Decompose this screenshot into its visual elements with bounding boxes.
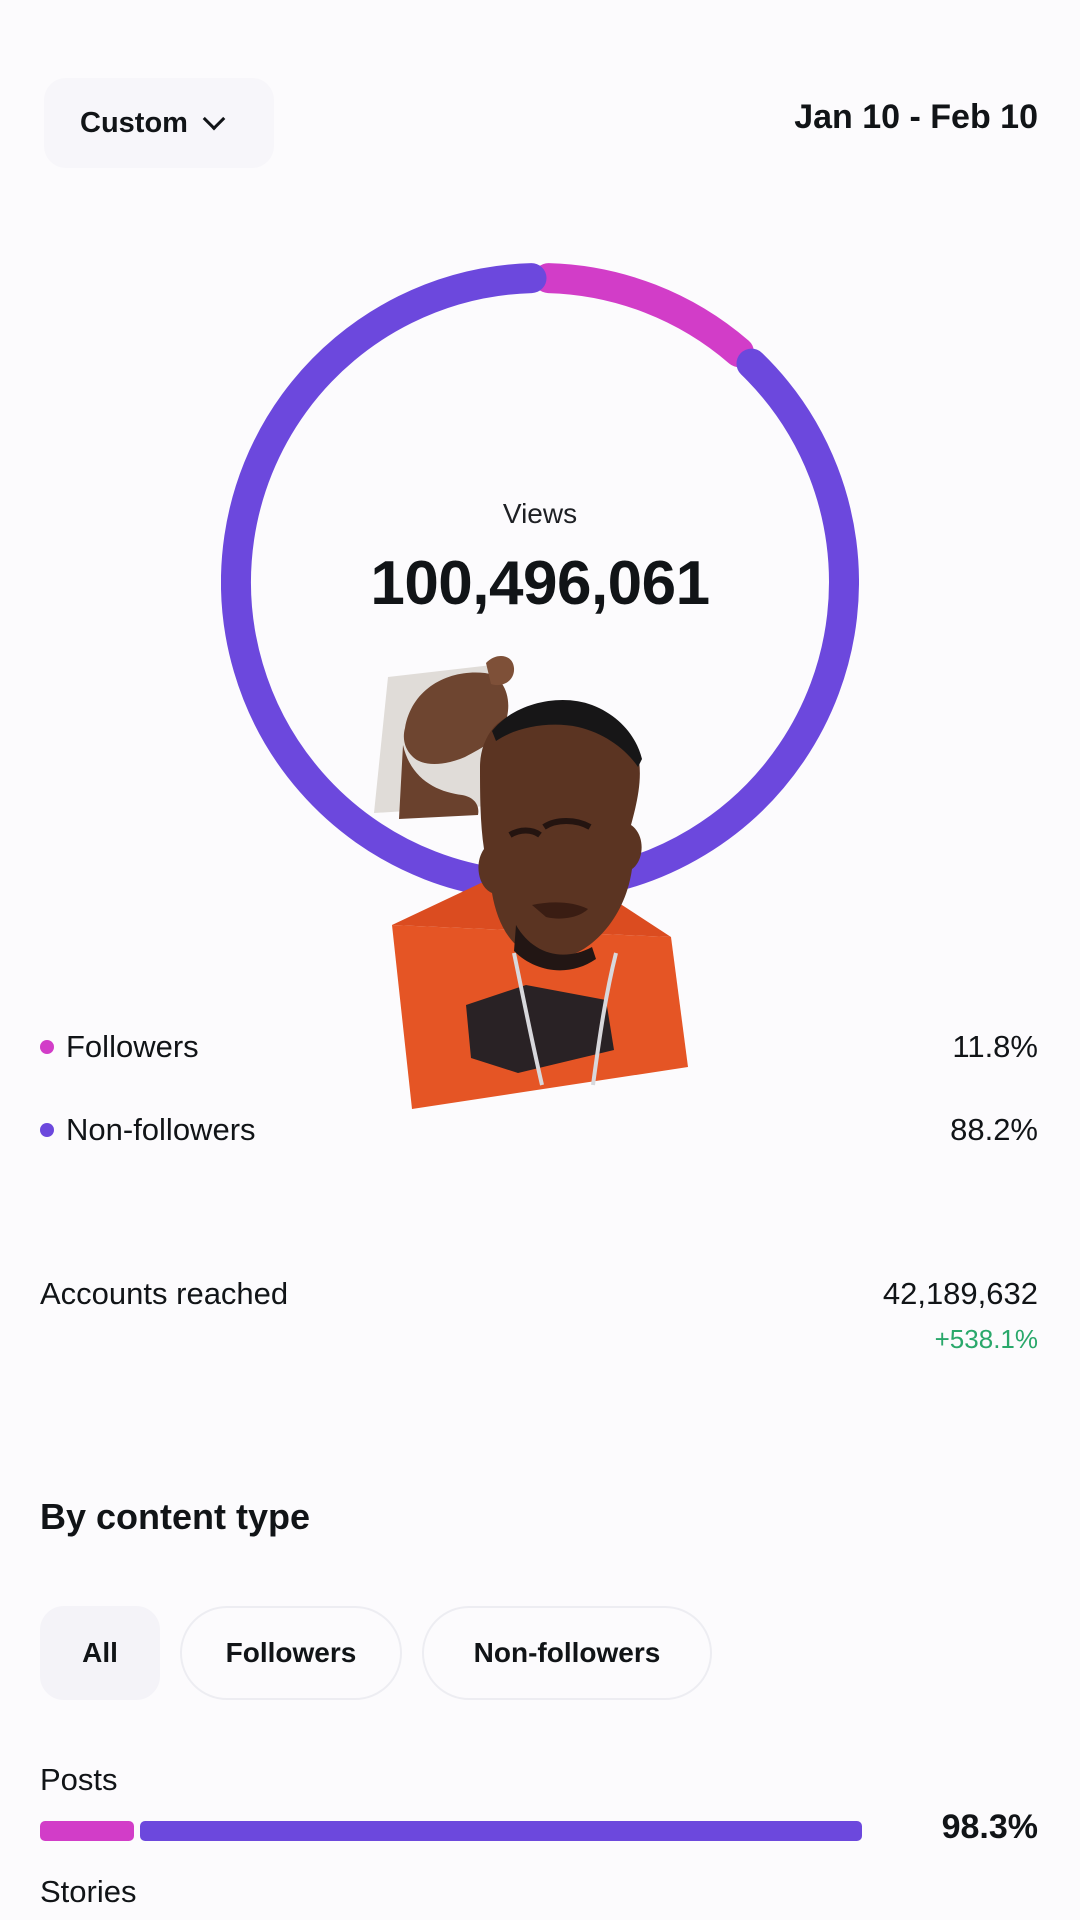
- non-followers-dot-icon: [40, 1123, 54, 1137]
- content-type-label-posts: Posts: [40, 1762, 118, 1797]
- date-range-text: Jan 10 - Feb 10: [794, 98, 1038, 136]
- views-ring-followers-segment: [533, 263, 754, 368]
- legend-label-followers: Followers: [66, 1029, 199, 1064]
- legend-label-non-followers: Non-followers: [66, 1112, 256, 1147]
- content-type-label-stories: Stories: [40, 1874, 137, 1909]
- followers-dot-icon: [40, 1040, 54, 1054]
- posts-bar-followers-segment: [40, 1821, 134, 1841]
- views-total: 100,496,061: [370, 549, 710, 618]
- legend-value-non-followers: 88.2%: [950, 1112, 1038, 1147]
- accounts-reached-value: 42,189,632: [882, 1276, 1038, 1311]
- content-type-title: By content type: [40, 1496, 311, 1537]
- chevron-down-icon: [202, 107, 226, 130]
- legend-row-followers: Followers 11.8%: [40, 1025, 1038, 1069]
- posts-bar-non-followers-segment: [139, 1821, 862, 1841]
- filter-chip-non-followers[interactable]: Non-followers: [422, 1606, 712, 1700]
- views-label: Views: [502, 498, 578, 529]
- filter-chip-followers[interactable]: Followers: [180, 1606, 402, 1700]
- accounts-reached-label: Accounts reached: [40, 1276, 289, 1311]
- posts-bar: [40, 1821, 876, 1841]
- legend-row-non-followers: Non-followers 88.2%: [40, 1108, 1038, 1152]
- posts-percentage: 98.3%: [941, 1808, 1038, 1846]
- accounts-reached-change: +538.1%: [934, 1324, 1038, 1354]
- date-range-selector-label: Custom: [80, 106, 188, 139]
- filter-chip-all[interactable]: All: [40, 1606, 160, 1700]
- date-range-selector[interactable]: Custom: [44, 78, 274, 168]
- legend-value-followers: 11.8%: [952, 1029, 1038, 1064]
